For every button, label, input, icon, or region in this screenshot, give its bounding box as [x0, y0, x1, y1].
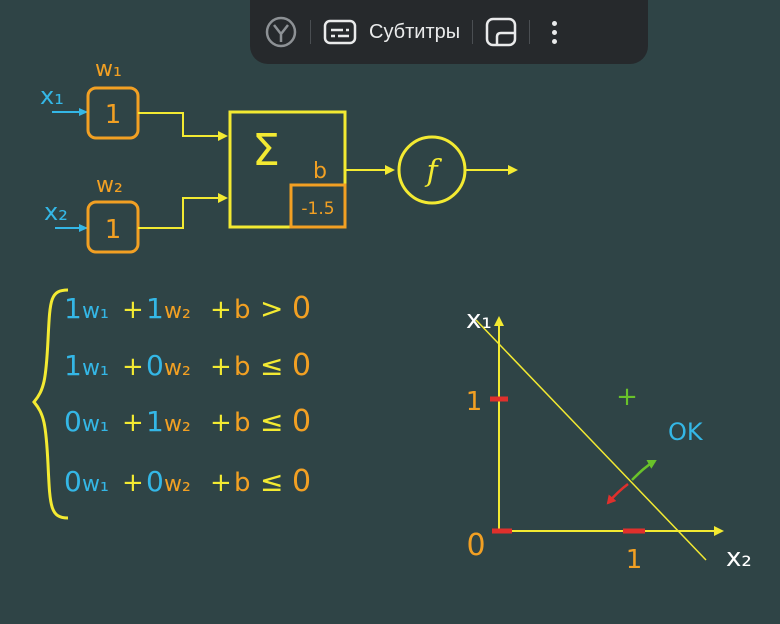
- positive-side-arrow: [631, 459, 657, 481]
- inequality-system: 1 w₁ +1 w₂ + b >01 w₁ +0 w₂ + b ≤00 w₁ +1 w₂ + b ≤00 w₁ +0 w₂…: [32, 288, 311, 520]
- more-options-button[interactable]: [542, 12, 566, 52]
- inequality-row: 1 w₁ +0 w₂ + b ≤0: [64, 348, 311, 383]
- plus-sign: +: [210, 408, 232, 438]
- perceptron-diagram: x₁ x₂ w₁ 1 w₂ 1 Σ b -1.5 f: [40, 57, 518, 254]
- inequality-row: 0 w₁ +0 w₂ + b ≤0: [64, 464, 311, 499]
- relation-sign: ≤: [260, 405, 283, 438]
- more-vertical-icon: [551, 19, 557, 46]
- weight2-connector: [138, 193, 228, 229]
- right-hand-side: 0: [292, 348, 311, 383]
- decision-plot: x₁ x₂ 1 1 0 + OK: [466, 305, 752, 575]
- inequality-row: 0 w₁ +1 w₂ + b ≤0: [64, 404, 311, 439]
- coefficient: 1: [146, 405, 164, 438]
- x1-axis-label: x₁: [466, 305, 492, 335]
- weight-term: w₂: [164, 412, 191, 437]
- subtitles-button[interactable]: Субтитры: [323, 12, 460, 52]
- weight1-value: 1: [105, 100, 122, 130]
- video-player-toolbar: Субтитры: [250, 0, 648, 64]
- coefficient: 0: [64, 465, 82, 498]
- relation-sign: >: [260, 292, 283, 325]
- bias-term: b: [234, 295, 251, 325]
- x2-axis-label: x₂: [726, 543, 752, 573]
- plus-sign: +: [122, 295, 144, 325]
- toolbar-separator: [472, 20, 474, 44]
- whiteboard: x₁ x₂ w₁ 1 w₂ 1 Σ b -1.5 f 1 w₁ +1 w₂ + b >01 w…: [32, 57, 752, 575]
- weight-term: w₁: [82, 472, 109, 497]
- input-x2-label: x₂: [44, 198, 68, 226]
- weight-term: w₁: [82, 412, 109, 437]
- weight-term: w₁: [82, 299, 109, 324]
- input-x1-label: x₁: [40, 82, 64, 110]
- weight1-connector: [138, 112, 228, 141]
- toolbar-separator: [529, 20, 531, 44]
- coefficient: 1: [64, 292, 82, 325]
- right-hand-side: 0: [292, 464, 311, 499]
- relation-sign: ≤: [260, 349, 283, 382]
- weight2-value: 1: [105, 215, 122, 245]
- weight-term: w₂: [164, 472, 191, 497]
- plus-sign: +: [122, 352, 144, 382]
- plus-sign: +: [210, 468, 232, 498]
- coefficient: 0: [146, 465, 164, 498]
- weight-term: w₂: [164, 356, 191, 381]
- origin-label: 0: [466, 528, 485, 563]
- relation-sign: ≤: [260, 465, 283, 498]
- x-tick-label: 1: [626, 545, 643, 575]
- bias-label: b: [313, 159, 327, 184]
- y-tick-label: 1: [466, 387, 483, 417]
- plus-sign: +: [122, 468, 144, 498]
- coefficient: 0: [64, 405, 82, 438]
- right-hand-side: 0: [292, 404, 311, 439]
- ok-label: OK: [668, 418, 704, 446]
- bias-term: b: [234, 408, 251, 438]
- positive-region-marker: +: [616, 382, 638, 412]
- weight-term: w₂: [164, 299, 191, 324]
- coefficient: 0: [146, 349, 164, 382]
- inequality-row: 1 w₁ +1 w₂ + b >0: [64, 291, 311, 326]
- picture-in-picture-icon: [485, 17, 517, 47]
- plus-sign: +: [210, 352, 232, 382]
- weight1-label: w₁: [95, 57, 122, 82]
- yandex-browser-icon: [265, 16, 297, 48]
- subtitles-icon: [323, 19, 357, 45]
- plus-sign: +: [122, 408, 144, 438]
- bias-value: -1.5: [301, 199, 334, 219]
- system-brace: [32, 288, 69, 520]
- toolbar-separator: [310, 20, 311, 44]
- negative-side-arrow: [606, 483, 629, 505]
- coefficient: 1: [146, 292, 164, 325]
- right-hand-side: 0: [292, 291, 311, 326]
- yandex-browser-button[interactable]: [264, 12, 298, 52]
- coefficient: 1: [64, 349, 82, 382]
- subtitles-label: Субтитры: [369, 20, 461, 43]
- sum-symbol: Σ: [252, 125, 280, 176]
- bias-term: b: [234, 352, 251, 382]
- weight-term: w₁: [82, 356, 109, 381]
- weight2-label: w₂: [96, 173, 123, 198]
- activation-symbol: f: [424, 154, 442, 189]
- bias-term: b: [234, 468, 251, 498]
- plus-sign: +: [210, 295, 232, 325]
- picture-in-picture-button[interactable]: [485, 12, 517, 52]
